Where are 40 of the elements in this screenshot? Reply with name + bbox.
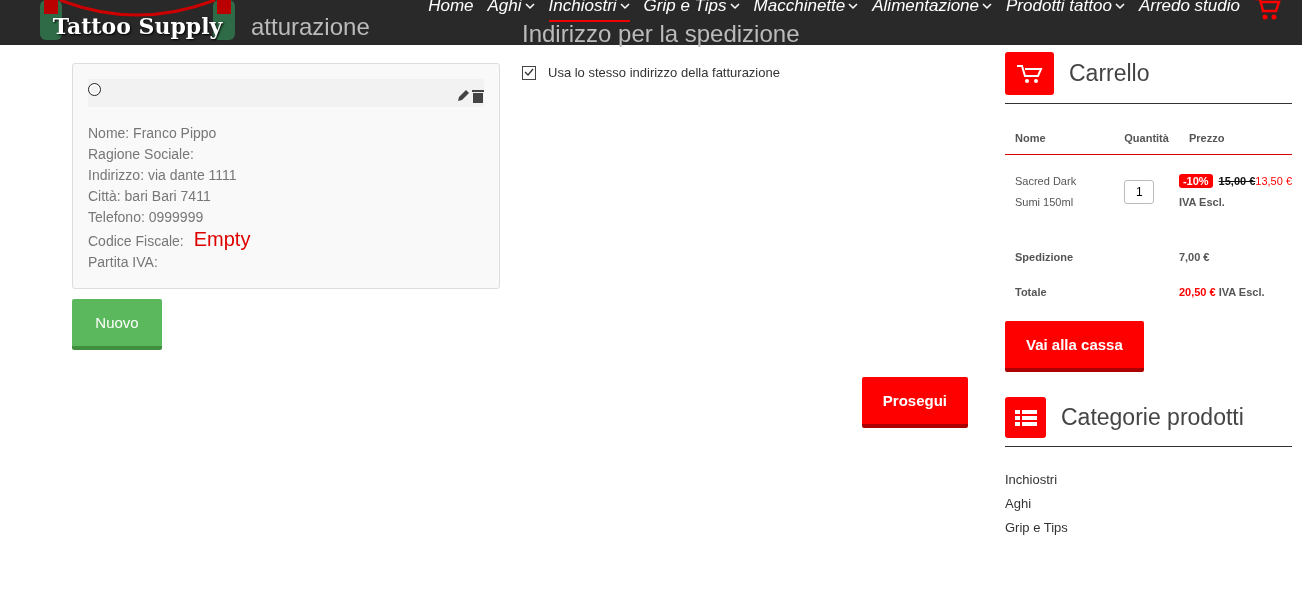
tax-note: IVA Escl. bbox=[1218, 286, 1265, 298]
column-header: Quantità bbox=[1114, 122, 1179, 155]
address-line: Nome: Franco Pippo bbox=[88, 124, 217, 143]
list-icon bbox=[1005, 397, 1046, 438]
continue-button[interactable]: Prosegui bbox=[861, 377, 968, 428]
checkout-button[interactable]: Vai alla cassa bbox=[1005, 321, 1144, 372]
category-link[interactable]: Inchiostri bbox=[1005, 471, 1292, 489]
section-heading: atturazione bbox=[251, 14, 370, 40]
quantity-field[interactable]: 1 bbox=[1124, 180, 1155, 204]
address-line: Partita IVA: bbox=[88, 253, 158, 272]
cart-icon bbox=[1005, 52, 1054, 95]
section-heading: Indirizzo per la spedizione bbox=[522, 21, 800, 47]
category-link[interactable]: Grip e Tips bbox=[1005, 519, 1292, 537]
price: 13,50 € bbox=[1255, 175, 1292, 187]
address-line: Città: bari Bari 7411 bbox=[88, 187, 211, 206]
radio-button[interactable] bbox=[88, 83, 101, 96]
address-line: Indirizzo: via dante 1111 bbox=[88, 166, 237, 185]
categories-title: Categorie prodotti bbox=[1061, 404, 1244, 431]
checkbox[interactable] bbox=[522, 65, 536, 80]
address-line: Ragione Sociale: bbox=[88, 145, 194, 164]
shipping-cost: 7,00 € bbox=[1178, 250, 1211, 265]
logo[interactable]: Tattoo Supply bbox=[30, 0, 245, 45]
tax-note: IVA Escl. bbox=[1178, 196, 1225, 208]
total-label: Totale bbox=[1014, 285, 1048, 300]
product-name: Sacred Dark Sumi 150ml bbox=[1005, 154, 1115, 229]
total-value: 20,50 € bbox=[1178, 286, 1216, 298]
address-line: Telefono: 0999999 bbox=[88, 208, 204, 227]
column-header: Prezzo bbox=[1178, 122, 1292, 155]
address-line: Codice Fiscale: bbox=[88, 232, 184, 251]
nav-link[interactable]: Home bbox=[428, 0, 474, 22]
cart-title: Carrello bbox=[1069, 60, 1150, 87]
old-price: 15,00 € bbox=[1218, 175, 1256, 187]
trash-icon[interactable] bbox=[472, 89, 484, 103]
discount-badge: -10% bbox=[1178, 174, 1213, 188]
empty-warning: Empty bbox=[193, 228, 251, 251]
pencil-icon[interactable] bbox=[457, 89, 470, 102]
shipping-label: Spedizione bbox=[1014, 250, 1075, 265]
category-link[interactable]: Aghi bbox=[1005, 495, 1292, 513]
column-header: Nome bbox=[1005, 122, 1115, 155]
checkbox-label: Usa lo stesso indirizzo della fatturazione bbox=[548, 65, 780, 80]
